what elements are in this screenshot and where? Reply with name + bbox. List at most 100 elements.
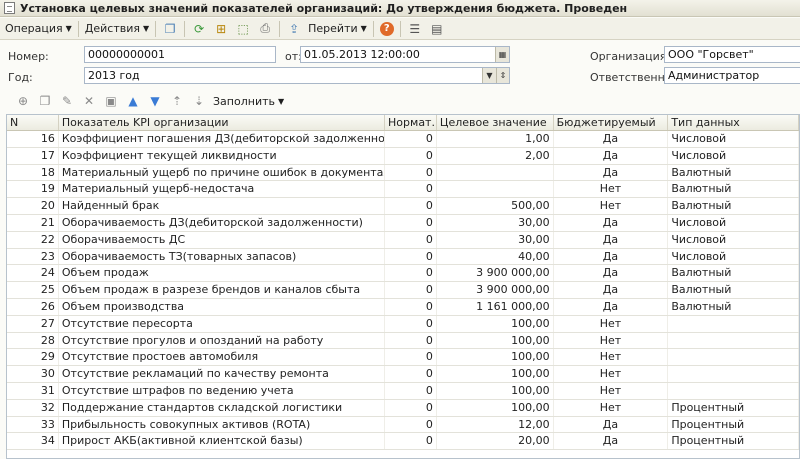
kpi-name-cell[interactable]: Объем производства	[59, 298, 386, 315]
row-number-cell[interactable]: 20	[7, 198, 59, 214]
norm-value-cell[interactable]: 0	[385, 349, 437, 366]
responsible-field[interactable]: Администратор	[664, 67, 800, 84]
kpi-name-cell[interactable]: Поддержание стандартов складской логисти…	[59, 399, 386, 416]
target-value-cell[interactable]: 100,00	[437, 315, 554, 332]
kpi-name-cell[interactable]: Отсутствие пересорта	[59, 315, 386, 332]
norm-value-cell[interactable]: 0	[385, 181, 437, 198]
table-row[interactable]: 27 Отсутствие пересорта 0 100,00 Нет	[7, 315, 799, 333]
row-number-cell[interactable]: 26	[7, 298, 59, 315]
budget-flag-cell[interactable]: Да	[554, 131, 669, 147]
move-up-icon[interactable]: ▲	[125, 93, 141, 109]
table-row[interactable]: 18 Материальный ущерб по причине ошибок в…	[7, 164, 799, 182]
edit-row-icon[interactable]: ✎	[59, 93, 75, 109]
kpi-name-cell[interactable]: Оборачиваемость ТЗ(товарных запасов)	[59, 248, 386, 265]
data-type-cell[interactable]: Числовой	[668, 248, 799, 265]
kpi-name-cell[interactable]: Найденный брак	[59, 198, 386, 214]
row-number-cell[interactable]: 21	[7, 214, 59, 231]
column-header-norm[interactable]: Нормат...	[385, 115, 437, 130]
budget-flag-cell[interactable]: Нет	[554, 181, 669, 198]
budget-flag-cell[interactable]: Да	[554, 298, 669, 315]
table-row[interactable]: 17 Коэффициент текущей ликвидности 0 2,00 Да…	[7, 147, 799, 165]
table-row[interactable]: 28 Отсутствие прогулов и опозданий на раб…	[7, 332, 799, 350]
table-row[interactable]: 30 Отсутствие рекламаций по качеству ремо…	[7, 366, 799, 383]
row-number-cell[interactable]: 27	[7, 315, 59, 332]
target-value-cell[interactable]: 100,00	[437, 349, 554, 366]
table-row[interactable]: 26 Объем производства 0 1 161 000,00 Да Валют…	[7, 298, 799, 316]
row-number-cell[interactable]: 24	[7, 265, 59, 282]
budget-flag-cell[interactable]: Да	[554, 416, 669, 433]
norm-value-cell[interactable]: 0	[385, 433, 437, 450]
move-down-icon[interactable]: ▼	[147, 93, 163, 109]
column-header-type[interactable]: Тип данных	[668, 115, 799, 130]
data-type-cell[interactable]: Процентный	[668, 433, 799, 450]
data-type-cell[interactable]: Процентный	[668, 399, 799, 416]
norm-value-cell[interactable]: 0	[385, 198, 437, 214]
goto-menu[interactable]: Перейти ▼	[305, 20, 370, 38]
target-value-cell[interactable]: 30,00	[437, 231, 554, 248]
row-number-cell[interactable]: 19	[7, 181, 59, 198]
row-number-cell[interactable]: 34	[7, 433, 59, 450]
fill-menu[interactable]: Заполнить ▼	[210, 92, 287, 110]
row-number-cell[interactable]: 16	[7, 131, 59, 147]
table-row[interactable]: 22 Оборачиваемость ДС 0 30,00 Да Числовой	[7, 231, 799, 249]
data-type-cell[interactable]: Числовой	[668, 214, 799, 231]
kpi-table[interactable]: N Показатель KPI организации Нормат... Ц…	[6, 114, 800, 459]
kpi-name-cell[interactable]: Отсутствие прогулов и опозданий на работ…	[59, 332, 386, 349]
table-view-icon[interactable]: ▤	[429, 21, 445, 37]
row-number-cell[interactable]: 31	[7, 382, 59, 399]
sort-desc-icon[interactable]: ⇣	[191, 93, 207, 109]
copy-icon[interactable]: ❐	[162, 21, 178, 37]
target-value-cell[interactable]: 500,00	[437, 198, 554, 214]
actions-menu[interactable]: Действия ▼	[82, 20, 152, 38]
norm-value-cell[interactable]: 0	[385, 382, 437, 399]
calendar-icon[interactable]: ▦	[495, 47, 509, 62]
data-type-cell[interactable]: Валютный	[668, 298, 799, 315]
end-edit-icon[interactable]: ▣	[103, 93, 119, 109]
target-value-cell[interactable]: 1,00	[437, 131, 554, 147]
target-value-cell[interactable]: 3 900 000,00	[437, 265, 554, 282]
budget-flag-cell[interactable]: Нет	[554, 315, 669, 332]
data-type-cell[interactable]: Числовой	[668, 131, 799, 147]
table-row[interactable]: 16 Коэффициент погашения ДЗ(дебиторской з…	[7, 131, 799, 148]
export-icon[interactable]: ⇪	[286, 21, 302, 37]
data-type-cell[interactable]: Валютный	[668, 282, 799, 298]
row-number-cell[interactable]: 30	[7, 366, 59, 382]
target-value-cell[interactable]	[437, 181, 554, 198]
kpi-name-cell[interactable]: Объем продаж в разрезе брендов и каналов…	[59, 282, 386, 298]
norm-value-cell[interactable]: 0	[385, 248, 437, 265]
target-value-cell[interactable]: 3 900 000,00	[437, 282, 554, 298]
target-value-cell[interactable]: 100,00	[437, 382, 554, 399]
data-type-cell[interactable]: Числовой	[668, 147, 799, 164]
table-row[interactable]: 21 Оборачиваемость ДЗ(дебиторской задолже…	[7, 214, 799, 232]
target-value-cell[interactable]: 100,00	[437, 366, 554, 382]
refresh-icon[interactable]: ⟳	[191, 21, 207, 37]
budget-flag-cell[interactable]: Да	[554, 231, 669, 248]
row-number-cell[interactable]: 29	[7, 349, 59, 366]
kpi-name-cell[interactable]: Отсутствие штрафов по ведению учета	[59, 382, 386, 399]
budget-flag-cell[interactable]: Да	[554, 164, 669, 181]
row-number-cell[interactable]: 33	[7, 416, 59, 433]
kpi-name-cell[interactable]: Прибыльность совокупных активов (ROTA)	[59, 416, 386, 433]
kpi-name-cell[interactable]: Коэффициент текущей ликвидности	[59, 147, 386, 164]
target-value-cell[interactable]: 20,00	[437, 433, 554, 450]
data-type-cell[interactable]: Валютный	[668, 265, 799, 282]
target-value-cell[interactable]: 2,00	[437, 147, 554, 164]
row-number-cell[interactable]: 25	[7, 282, 59, 298]
norm-value-cell[interactable]: 0	[385, 131, 437, 147]
column-header-n[interactable]: N	[7, 115, 59, 130]
add-row-icon[interactable]: ⊕	[15, 93, 31, 109]
kpi-name-cell[interactable]: Оборачиваемость ДС	[59, 231, 386, 248]
norm-value-cell[interactable]: 0	[385, 416, 437, 433]
budget-flag-cell[interactable]: Да	[554, 433, 669, 450]
target-value-cell[interactable]: 100,00	[437, 399, 554, 416]
data-type-cell[interactable]: Валютный	[668, 181, 799, 198]
budget-flag-cell[interactable]: Да	[554, 282, 669, 298]
list-settings-icon[interactable]: ☰	[407, 21, 423, 37]
norm-value-cell[interactable]: 0	[385, 332, 437, 349]
help-icon[interactable]: ?	[379, 21, 394, 36]
budget-flag-cell[interactable]: Нет	[554, 382, 669, 399]
target-value-cell[interactable]: 30,00	[437, 214, 554, 231]
data-type-cell[interactable]: Процентный	[668, 416, 799, 433]
row-number-cell[interactable]: 22	[7, 231, 59, 248]
target-value-cell[interactable]: 1 161 000,00	[437, 298, 554, 315]
